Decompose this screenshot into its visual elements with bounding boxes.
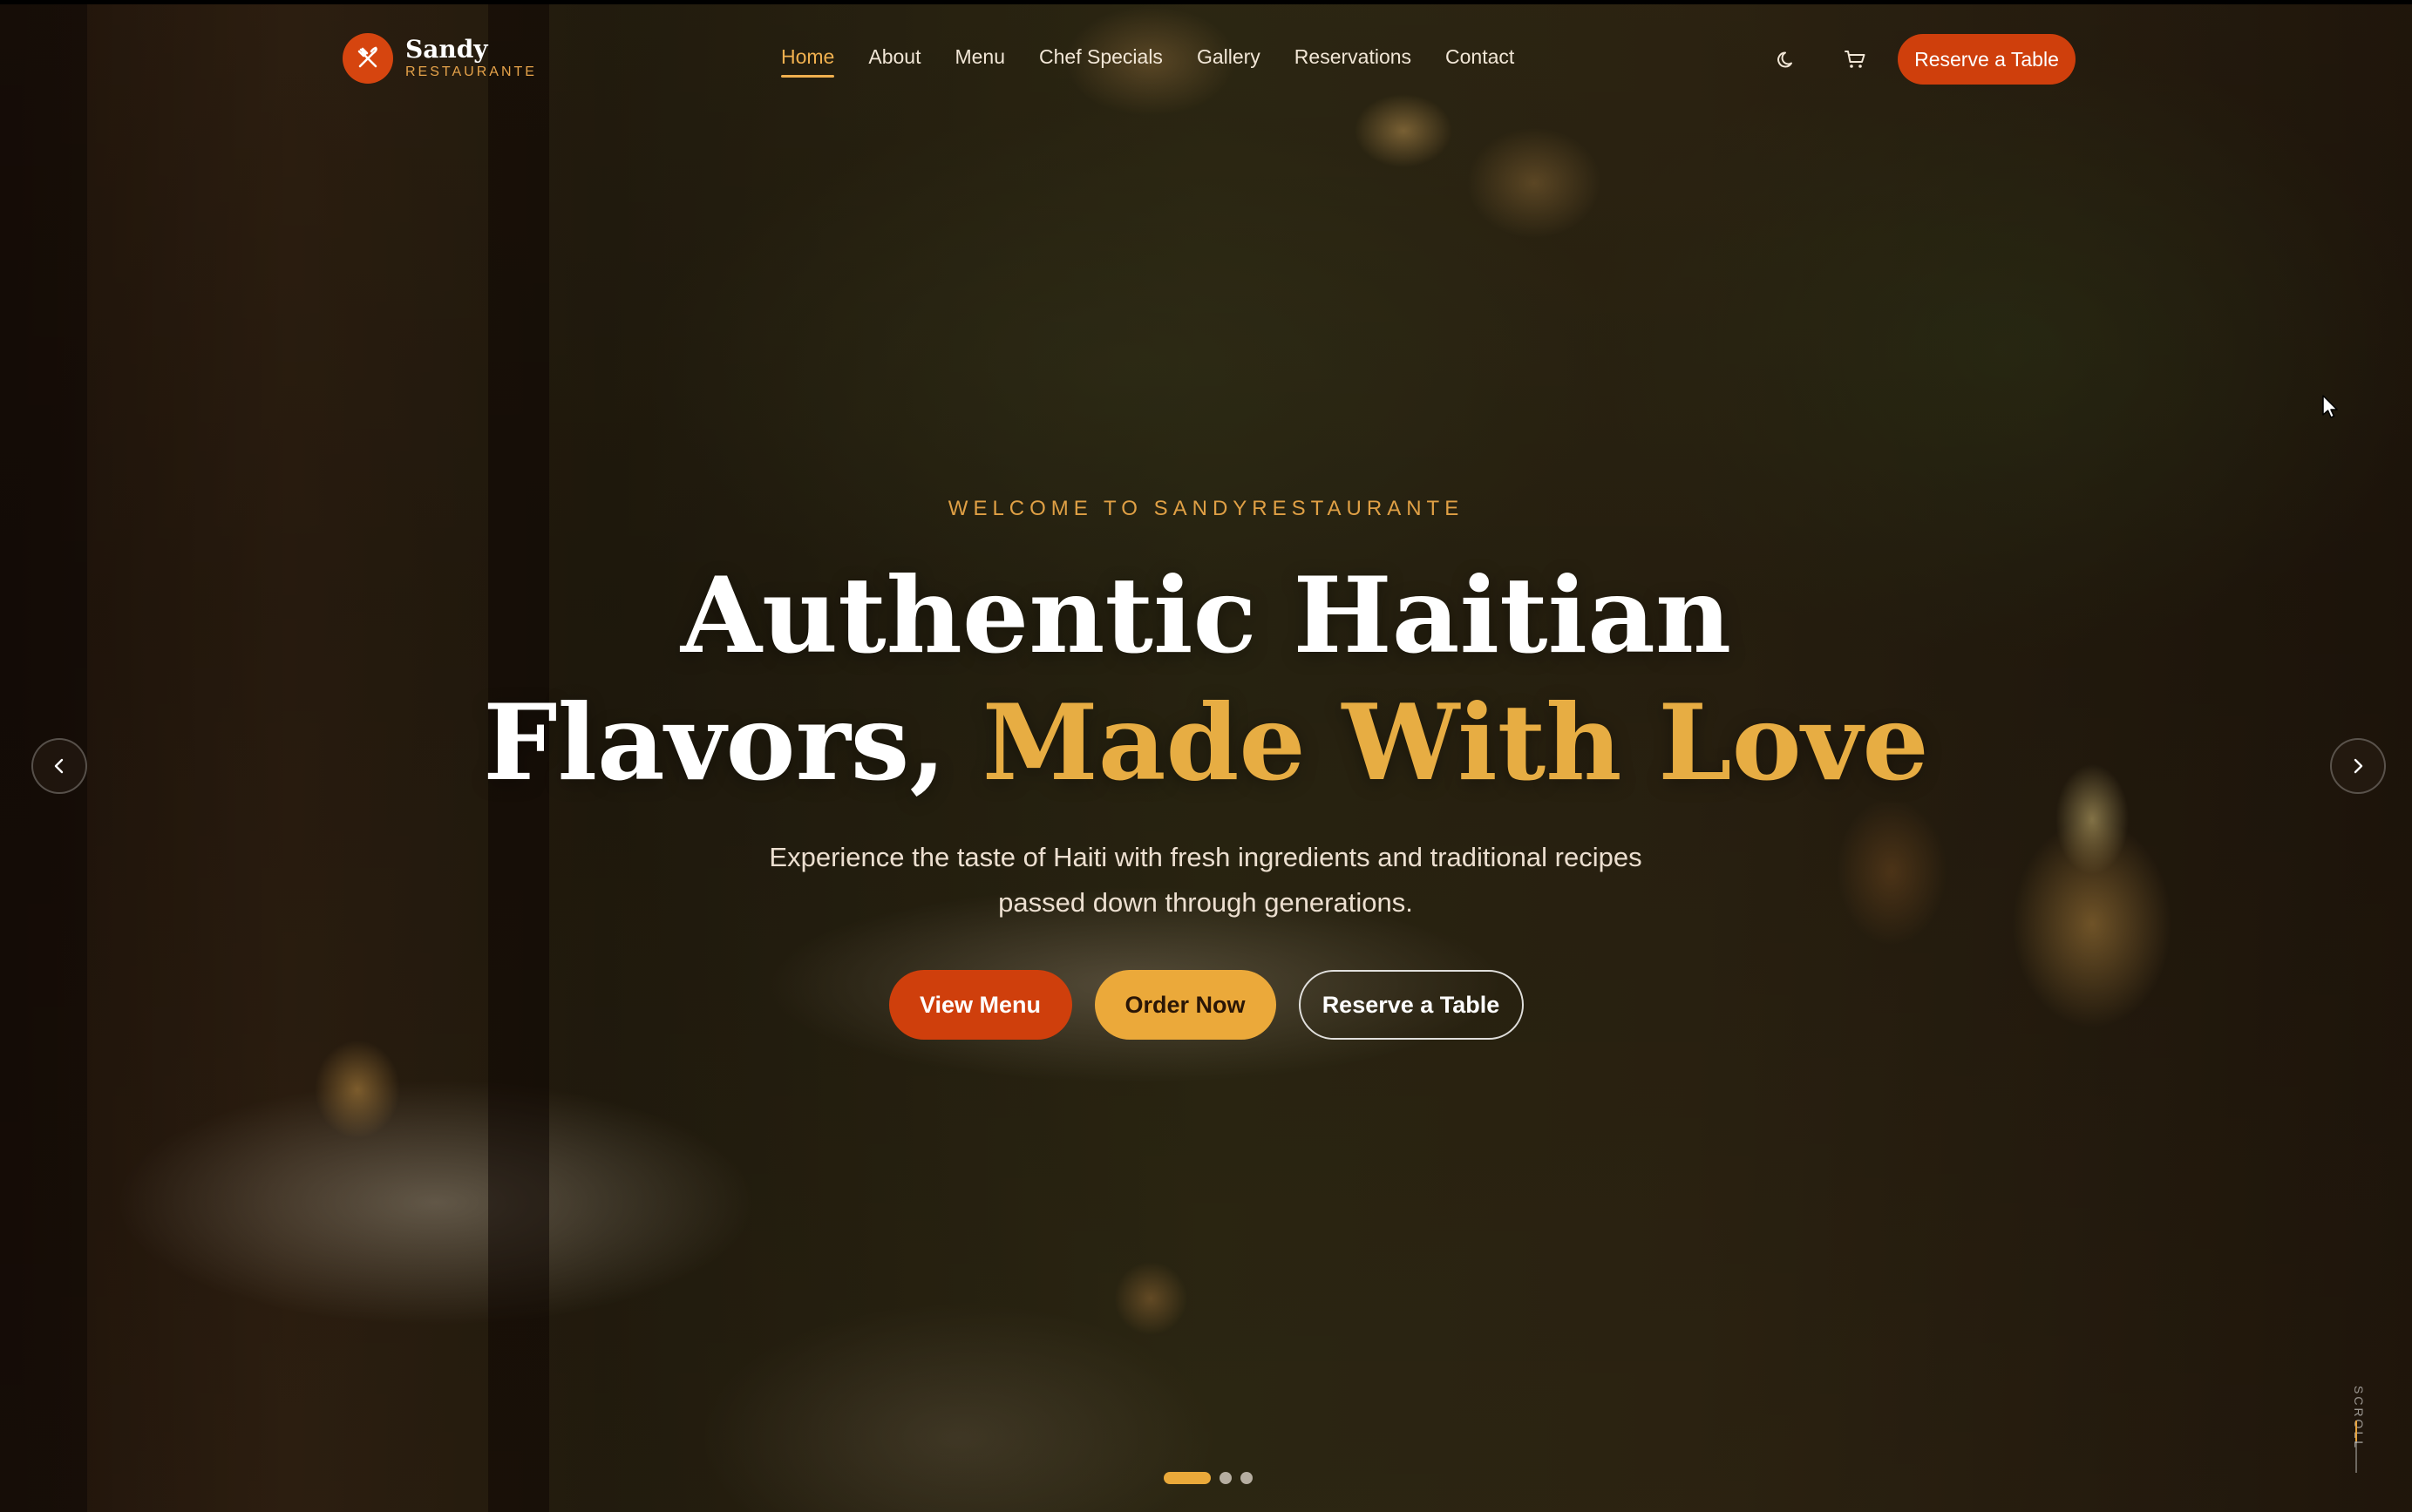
nav-reservations[interactable]: Reservations <box>1294 45 1411 74</box>
nav-about[interactable]: About <box>868 45 921 74</box>
moon-icon[interactable] <box>1770 42 1804 77</box>
carousel-dot-3[interactable] <box>1240 1472 1253 1484</box>
headline-line-1: Authentic Haitian <box>680 554 1732 677</box>
mouse-cursor-icon <box>2322 395 2338 418</box>
view-menu-button[interactable]: View Menu <box>888 970 1072 1040</box>
nav-gallery[interactable]: Gallery <box>1197 45 1260 74</box>
carousel-next-button[interactable] <box>2330 738 2386 794</box>
cart-icon[interactable] <box>1838 42 1872 77</box>
brand-logo[interactable]: Sandy RESTAURANTE <box>343 33 537 84</box>
headline-line-2-plain: Flavors, <box>483 681 947 804</box>
headline-line-2-accent: Made With Love <box>982 681 1929 804</box>
carousel-indicators <box>1164 1472 1253 1484</box>
hero-cta-group: View Menu Order Now Reserve a Table <box>0 970 2412 1040</box>
brand-subtitle: RESTAURANTE <box>405 64 537 79</box>
nav-contact[interactable]: Contact <box>1445 45 1514 74</box>
top-border <box>0 0 2412 4</box>
chevron-left-icon <box>54 758 64 774</box>
scroll-label: SCROLL <box>2352 1386 2366 1451</box>
chevron-right-icon <box>2354 758 2363 774</box>
hero-headline: Authentic Haitian Flavors, Made With Lov… <box>0 553 2412 807</box>
hero-reserve-button[interactable]: Reserve a Table <box>1298 970 1524 1040</box>
carousel-dot-1[interactable] <box>1164 1472 1211 1484</box>
hero-subtitle: Experience the taste of Haiti with fresh… <box>769 842 1642 918</box>
utensils-icon <box>343 33 393 84</box>
scroll-progress <box>2355 1420 2357 1441</box>
reserve-table-button[interactable]: Reserve a Table <box>1898 34 2076 85</box>
nav-chef-specials[interactable]: Chef Specials <box>1039 45 1163 74</box>
hero-eyebrow: WELCOME TO SANDYRESTAURANTE <box>948 497 1464 520</box>
brand-name: Sandy <box>405 35 488 64</box>
order-now-button[interactable]: Order Now <box>1094 970 1276 1040</box>
scroll-indicator[interactable]: SCROLL <box>2345 1386 2368 1481</box>
carousel-prev-button[interactable] <box>31 738 87 794</box>
main-nav: Home About Menu Chef Specials Gallery Re… <box>781 45 1548 78</box>
carousel-dot-2[interactable] <box>1220 1472 1232 1484</box>
nav-menu[interactable]: Menu <box>955 45 1005 74</box>
nav-home[interactable]: Home <box>781 45 835 78</box>
